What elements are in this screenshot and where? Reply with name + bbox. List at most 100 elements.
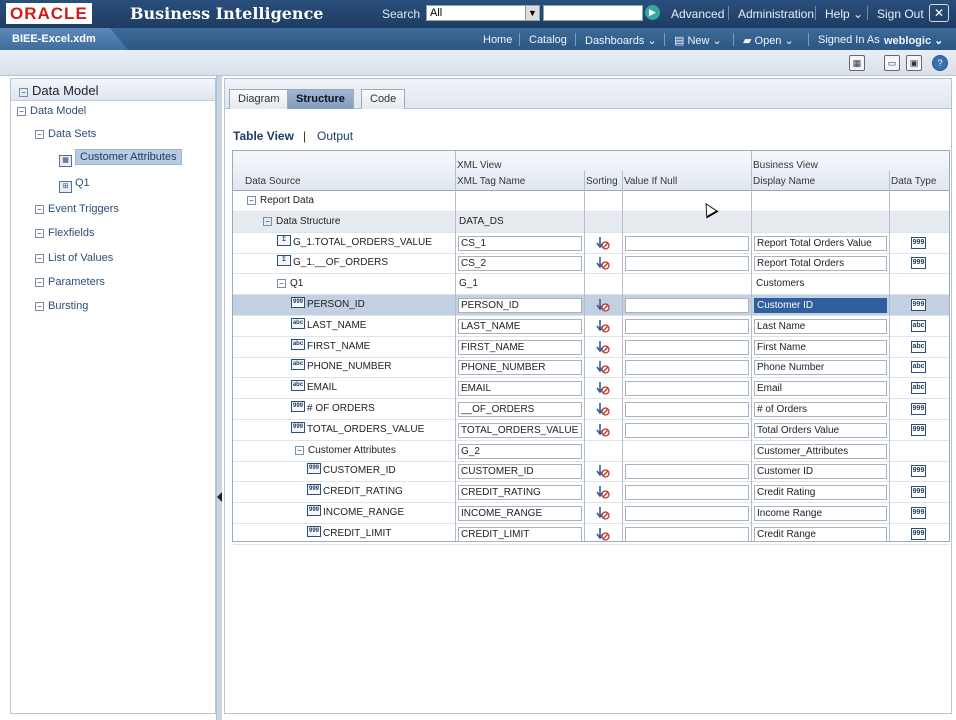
display-name-input[interactable]: Credit Rating: [754, 485, 887, 501]
sort-icon[interactable]: [596, 360, 610, 375]
tree-item-event-triggers[interactable]: − Event Triggers: [35, 203, 119, 215]
display-name-input[interactable]: Phone Number: [754, 360, 887, 376]
xml-tag-input[interactable]: EMAIL: [458, 381, 582, 397]
sort-icon[interactable]: [596, 381, 610, 395]
user-menu[interactable]: weblogic ⌄: [884, 34, 943, 47]
number-type-icon[interactable]: 999: [911, 527, 926, 540]
number-type-icon[interactable]: 999: [911, 403, 926, 415]
table-row[interactable]: 999 CREDIT_LIMIT CREDIT_LIMIT Credit Range 9…: [233, 524, 949, 545]
search-input[interactable]: [543, 5, 643, 21]
table-row[interactable]: − Report Data: [233, 191, 949, 212]
search-go-icon[interactable]: ▶: [645, 5, 660, 20]
collapse-icon[interactable]: −: [35, 278, 44, 287]
display-name-input[interactable]: Last Name: [754, 318, 887, 334]
sorting-header[interactable]: Sorting: [586, 176, 618, 187]
collapse-icon[interactable]: −: [35, 229, 44, 238]
value-if-null-input[interactable]: [625, 485, 749, 501]
value-if-null-input[interactable]: [625, 339, 749, 355]
xml-tag-input[interactable]: CREDIT_LIMIT: [458, 526, 582, 542]
administration-link[interactable]: Administration: [738, 7, 814, 21]
display-name-input[interactable]: Email: [754, 381, 887, 397]
sort-icon[interactable]: [596, 423, 610, 437]
value-if-null-input[interactable]: [625, 360, 749, 376]
display-name-input[interactable]: Total Orders Value: [754, 422, 887, 438]
value-if-null-input[interactable]: [625, 422, 749, 438]
close-icon[interactable]: ✕: [929, 4, 949, 22]
table-row[interactable]: abc PHONE_NUMBER PHONE_NUMBER Phone Number a…: [233, 357, 949, 379]
display-name-input[interactable]: Customer_Attributes: [754, 443, 887, 459]
help-icon[interactable]: ?: [932, 55, 948, 71]
table-row[interactable]: 999 TOTAL_ORDERS_VALUE TOTAL_ORDERS_VALUE T…: [233, 420, 949, 441]
tree-item-customer-attributes[interactable]: ▦ Customer Attributes: [59, 149, 182, 167]
save-icon[interactable]: ▭: [884, 55, 900, 71]
string-type-icon[interactable]: abc: [911, 382, 926, 395]
display-name-input[interactable]: Report Total Orders Value: [754, 235, 887, 251]
string-type-icon[interactable]: abc: [911, 361, 926, 374]
collapse-icon[interactable]: −: [263, 216, 272, 226]
table-row[interactable]: abc FIRST_NAME FIRST_NAME First Name abc: [233, 337, 949, 358]
document-tab[interactable]: BIEE-Excel.xdm: [0, 28, 128, 50]
tab-code[interactable]: Code: [361, 89, 406, 109]
panel-splitter[interactable]: [216, 76, 222, 720]
xml-tag-input[interactable]: CS_1: [458, 235, 582, 251]
sort-icon[interactable]: [596, 527, 610, 541]
xml-tag-input[interactable]: TOTAL_ORDERS_VALUE: [458, 422, 582, 438]
display-name-input[interactable]: Income Range: [754, 506, 887, 521]
tab-diagram[interactable]: Diagram: [229, 89, 289, 109]
display-name-input[interactable]: Customer ID: [754, 298, 887, 313]
tree-item-data-sets[interactable]: − Data Sets: [35, 128, 96, 140]
string-type-icon[interactable]: abc: [911, 319, 926, 332]
table-row[interactable]: 999 # OF ORDERS __OF_ORDERS # of Orders 999: [233, 399, 949, 420]
table-row[interactable]: Σ G_1.TOTAL_ORDERS_VALUE CS_1 Report Total …: [233, 233, 949, 254]
number-type-icon[interactable]: 999: [911, 257, 926, 270]
advanced-link[interactable]: Advanced: [671, 7, 724, 21]
number-type-icon[interactable]: 999: [911, 486, 926, 499]
xml-tag-input[interactable]: LAST_NAME: [458, 318, 582, 334]
collapse-icon[interactable]: −: [295, 445, 304, 455]
export-icon[interactable]: ▦: [849, 55, 865, 71]
table-view-link[interactable]: Table View: [233, 129, 294, 143]
table-row[interactable]: − Q1 G_1 Customers: [233, 274, 949, 296]
data-type-header[interactable]: Data Type: [891, 176, 936, 187]
sign-out-link[interactable]: Sign Out: [877, 7, 924, 21]
value-if-null-input[interactable]: [625, 235, 749, 251]
number-type-icon[interactable]: 999: [911, 236, 926, 249]
table-row[interactable]: − Customer Attributes G_2 Customer_Attribut…: [233, 441, 949, 462]
value-if-null-header[interactable]: Value If Null: [624, 176, 677, 187]
collapse-icon[interactable]: −: [35, 130, 44, 139]
number-type-icon[interactable]: 999: [911, 507, 926, 519]
display-name-input[interactable]: Customer ID: [754, 464, 887, 480]
collapse-icon[interactable]: −: [277, 279, 286, 289]
table-row[interactable]: abc EMAIL EMAIL Email abc: [233, 378, 949, 400]
xml-tag-input[interactable]: PHONE_NUMBER: [458, 360, 582, 376]
sort-icon[interactable]: [596, 464, 610, 479]
value-if-null-input[interactable]: [625, 506, 749, 521]
xml-tag-header[interactable]: XML Tag Name: [457, 176, 525, 187]
table-row[interactable]: abc LAST_NAME LAST_NAME Last Name abc: [233, 316, 949, 337]
display-name-header[interactable]: Display Name: [753, 176, 815, 187]
xml-tag-input[interactable]: G_2: [458, 443, 582, 459]
display-name-input[interactable]: Report Total Orders: [754, 256, 887, 272]
help-menu[interactable]: Help ⌄: [825, 7, 863, 21]
sort-icon[interactable]: [596, 485, 610, 499]
tree-item-bursting[interactable]: − Bursting: [35, 300, 88, 312]
open-menu[interactable]: ▰ Open ⌄: [743, 34, 794, 47]
collapse-icon[interactable]: −: [19, 88, 28, 97]
tab-structure[interactable]: Structure: [287, 89, 354, 109]
sort-icon[interactable]: [596, 402, 610, 416]
table-row[interactable]: 999 CREDIT_RATING CREDIT_RATING Credit Rati…: [233, 482, 949, 504]
collapse-icon[interactable]: −: [247, 196, 256, 205]
display-name-input[interactable]: # of Orders: [754, 402, 887, 417]
data-source-header[interactable]: Data Source: [245, 176, 301, 187]
save-as-icon[interactable]: ▣: [906, 55, 922, 71]
xml-tag-input[interactable]: PERSON_ID: [458, 298, 582, 313]
xml-tag-input[interactable]: FIRST_NAME: [458, 339, 582, 355]
xml-tag-input[interactable]: INCOME_RANGE: [458, 506, 582, 521]
search-scope-select[interactable]: All ▼: [426, 5, 540, 21]
table-row[interactable]: 999 INCOME_RANGE INCOME_RANGE Income Range 9…: [233, 503, 949, 524]
collapse-icon[interactable]: −: [35, 205, 44, 214]
xml-tag-input[interactable]: CS_2: [458, 256, 582, 272]
collapse-icon[interactable]: −: [17, 107, 26, 116]
xml-tag-input[interactable]: CREDIT_RATING: [458, 485, 582, 501]
sort-icon[interactable]: [596, 506, 610, 520]
